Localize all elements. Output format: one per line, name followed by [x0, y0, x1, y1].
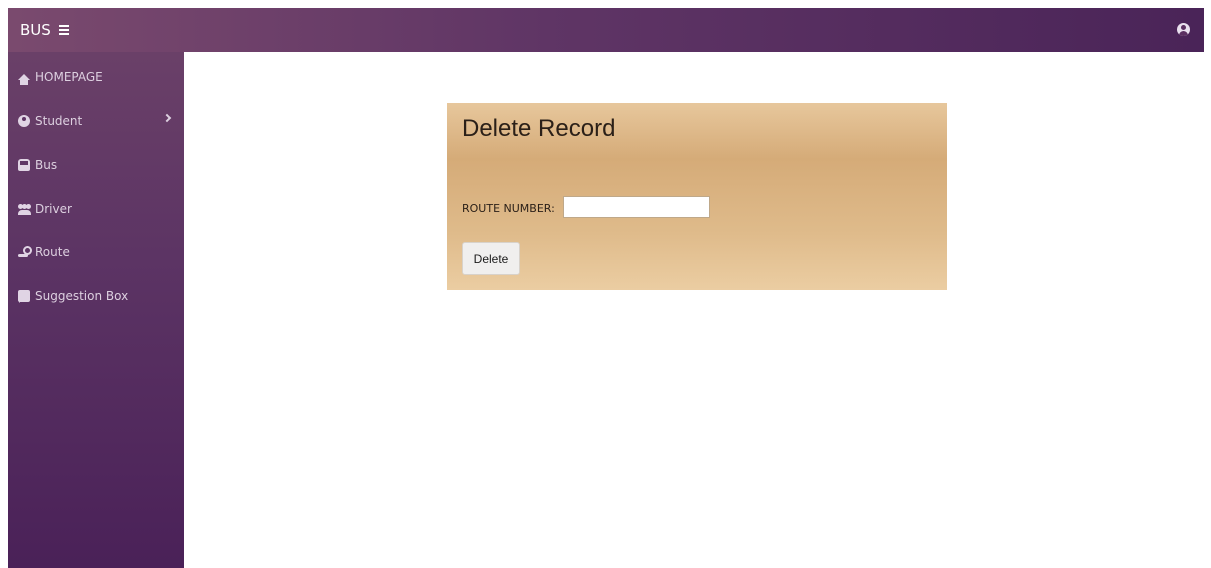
user-circle-icon — [18, 115, 30, 127]
chevron-right-icon — [162, 113, 172, 123]
sidebar-item-label: Route — [35, 245, 70, 259]
top-navbar: BUS — [8, 8, 1204, 52]
card-title: Delete Record — [462, 115, 616, 142]
home-icon — [18, 74, 30, 85]
users-icon — [18, 203, 31, 215]
sidebar-item-label: Bus — [35, 158, 58, 172]
sidebar-item-label: HOMEPAGE — [35, 70, 103, 84]
comment-icon — [18, 290, 30, 303]
delete-button[interactable]: Delete — [462, 242, 520, 275]
route-icon — [18, 246, 32, 258]
sidebar-item-label: Suggestion Box — [35, 289, 129, 303]
delete-record-card: Delete Record ROUTE NUMBER: Delete — [447, 103, 947, 290]
sidebar-item-label: Driver — [35, 202, 72, 216]
sidebar-item-bus[interactable]: Bus — [8, 150, 184, 180]
sidebar: HOMEPAGE Student Bus Driver Route Sugges… — [8, 52, 184, 568]
bus-icon — [18, 159, 30, 171]
user-circle-icon[interactable] — [1177, 23, 1190, 36]
brand-title: BUS — [20, 21, 51, 39]
sidebar-item-driver[interactable]: Driver — [8, 194, 184, 224]
route-number-label: ROUTE NUMBER: — [462, 202, 555, 215]
hamburger-icon[interactable] — [58, 25, 69, 35]
sidebar-item-label: Student — [35, 114, 83, 128]
route-number-input[interactable] — [563, 196, 710, 218]
brand[interactable]: BUS — [20, 21, 69, 39]
sidebar-item-student[interactable]: Student — [8, 106, 184, 136]
sidebar-item-suggestion-box[interactable]: Suggestion Box — [8, 281, 184, 311]
sidebar-item-route[interactable]: Route — [8, 237, 184, 267]
sidebar-item-homepage[interactable]: HOMEPAGE — [8, 62, 184, 92]
